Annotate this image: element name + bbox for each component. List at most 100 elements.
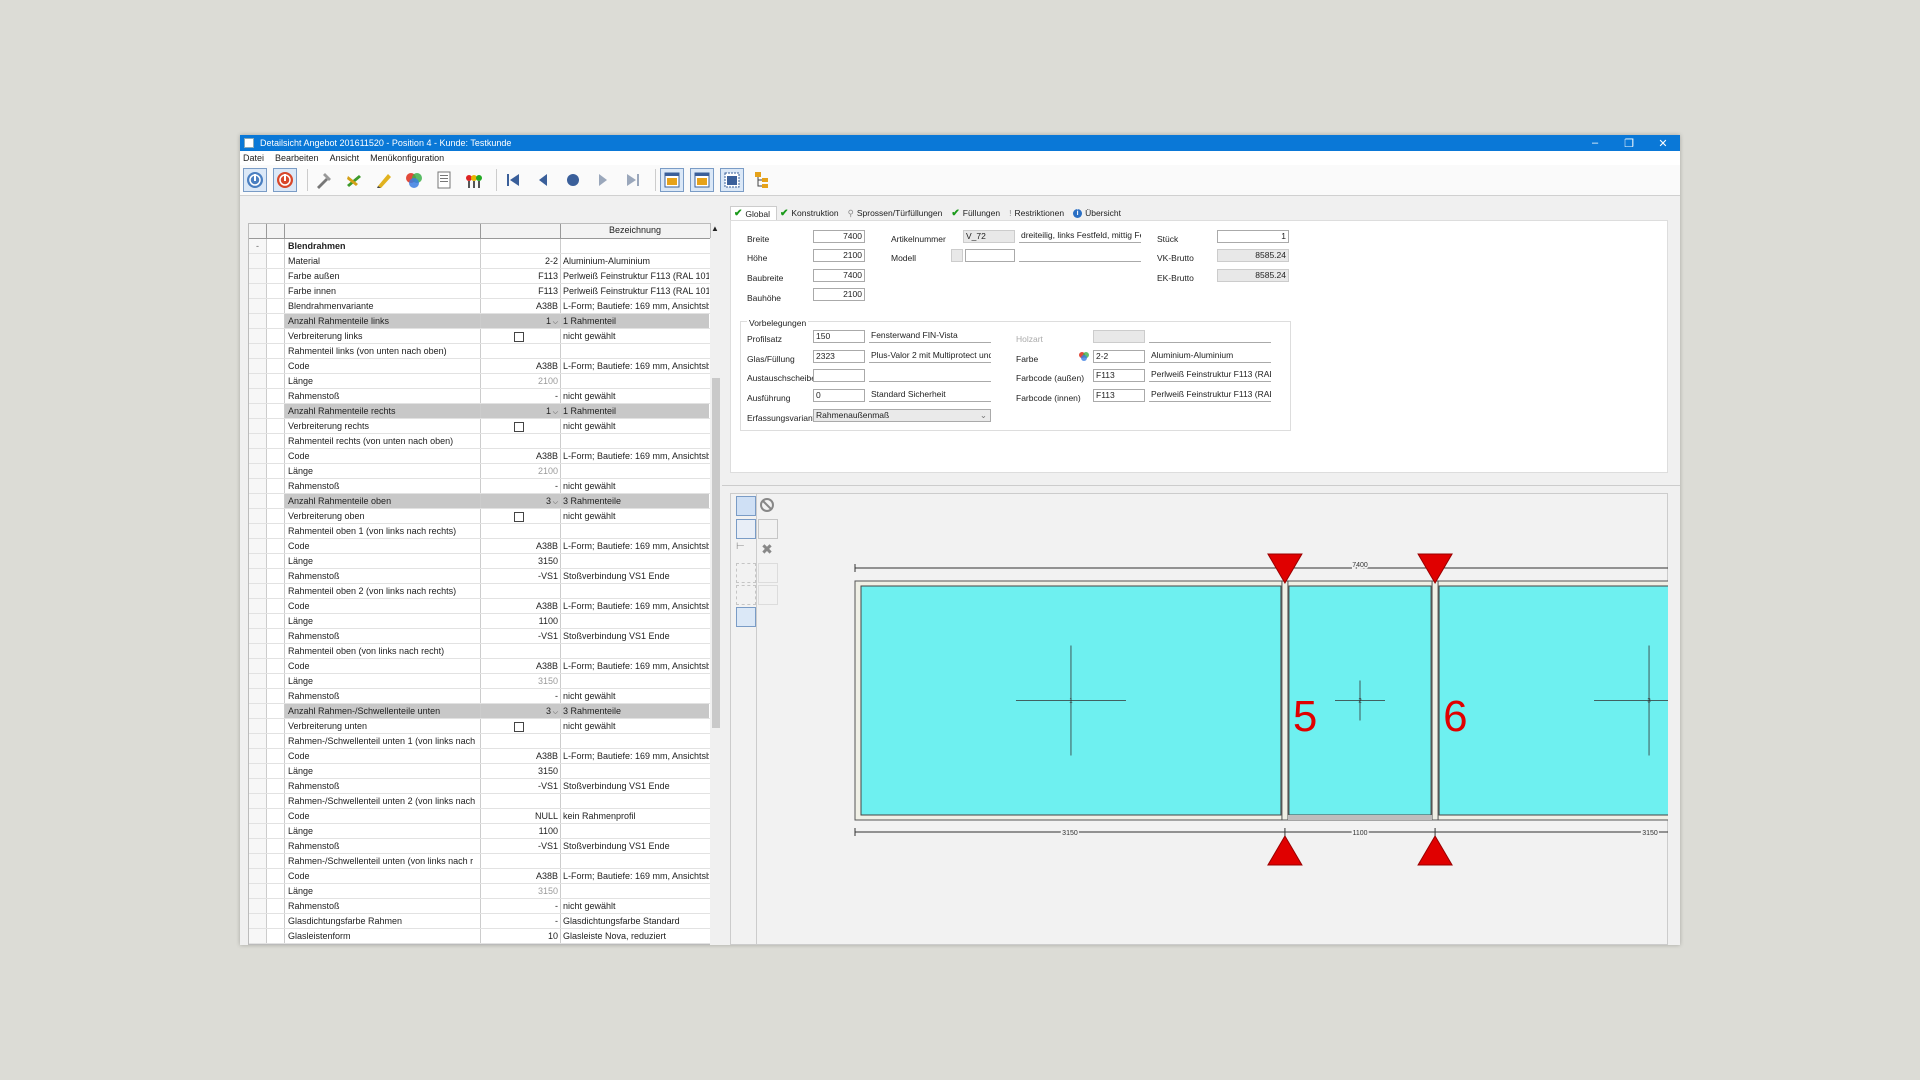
- minimize-button[interactable]: –: [1578, 137, 1612, 149]
- row-expander[interactable]: [249, 419, 267, 433]
- farbe-field[interactable]: 2-2: [1093, 350, 1145, 363]
- row-value[interactable]: 1100: [481, 824, 561, 838]
- edit-button[interactable]: [372, 168, 396, 192]
- row-value[interactable]: 2100: [481, 464, 561, 478]
- row-expander[interactable]: [249, 314, 267, 328]
- row-expander[interactable]: [249, 359, 267, 373]
- row-value[interactable]: -: [481, 389, 561, 403]
- row-expander[interactable]: [249, 764, 267, 778]
- row-value[interactable]: -: [481, 689, 561, 703]
- grid-sort-indicator[interactable]: ▲: [711, 224, 719, 233]
- row-value[interactable]: A38B: [481, 359, 561, 373]
- grid-row[interactable]: Rahmenteil links (von unten nach oben): [249, 344, 710, 359]
- row-expander[interactable]: [249, 584, 267, 598]
- row-expander[interactable]: [249, 554, 267, 568]
- window-view-icon[interactable]: [736, 607, 756, 627]
- chevron-down-icon[interactable]: ⌵: [551, 316, 558, 328]
- traffic-lights-button[interactable]: [462, 168, 486, 192]
- row-expander[interactable]: [249, 659, 267, 673]
- row-expander[interactable]: [249, 464, 267, 478]
- row-expander[interactable]: [249, 704, 267, 718]
- row-expander[interactable]: [249, 524, 267, 538]
- row-expander[interactable]: [249, 809, 267, 823]
- row-expander[interactable]: [249, 389, 267, 403]
- row-expander[interactable]: [249, 824, 267, 838]
- modell-picker-button[interactable]: [951, 249, 963, 262]
- row-value[interactable]: [481, 419, 561, 433]
- row-value[interactable]: -: [481, 479, 561, 493]
- grid-row[interactable]: Code A38B L-Form; Bautiefe: 169 mm, Ansich…: [249, 449, 710, 464]
- row-expander[interactable]: [249, 899, 267, 913]
- row-expander[interactable]: [249, 929, 267, 943]
- grid-row[interactable]: Länge 3150: [249, 554, 710, 569]
- grid-row[interactable]: Glasdichtungsfarbe Rahmen - Glasdichtungsf…: [249, 914, 710, 929]
- tab-sprossen[interactable]: ⚲ Sprossen/Türfüllungen: [845, 206, 949, 220]
- breite-field[interactable]: 7400: [813, 230, 865, 243]
- row-expander[interactable]: [249, 644, 267, 658]
- grid-row[interactable]: Verbreiterung links nicht gewählt: [249, 329, 710, 344]
- row-value[interactable]: 3150: [481, 764, 561, 778]
- row-value[interactable]: F113: [481, 269, 561, 283]
- row-value[interactable]: [481, 854, 561, 868]
- grid-row[interactable]: Rahmenteil oben 1 (von links nach rechts…: [249, 524, 710, 539]
- row-value[interactable]: F113: [481, 284, 561, 298]
- row-value[interactable]: -VS1: [481, 779, 561, 793]
- close-button[interactable]: ✕: [1646, 137, 1680, 150]
- row-expander[interactable]: [249, 479, 267, 493]
- row-value[interactable]: A38B: [481, 659, 561, 673]
- cancel-button[interactable]: [273, 168, 297, 192]
- row-value[interactable]: [481, 344, 561, 358]
- row-expander[interactable]: [249, 854, 267, 868]
- tab-restriktionen[interactable]: ! Restriktionen: [1006, 206, 1070, 220]
- grid-row[interactable]: Blendrahmenvariante A38B L-Form; Bautiefe:…: [249, 299, 710, 314]
- menu-datei[interactable]: Datei: [243, 153, 264, 163]
- row-value[interactable]: [481, 509, 561, 523]
- row-value[interactable]: [481, 794, 561, 808]
- row-value[interactable]: 10: [481, 929, 561, 943]
- row-expander[interactable]: [249, 869, 267, 883]
- grid-row[interactable]: Code A38B L-Form; Bautiefe: 169 mm, Ansich…: [249, 749, 710, 764]
- grid-row[interactable]: Länge 3150: [249, 674, 710, 689]
- view1-button[interactable]: [660, 168, 684, 192]
- grid-scrollbar[interactable]: [710, 238, 722, 945]
- menu-menuekonfiguration[interactable]: Menükonfiguration: [370, 153, 444, 163]
- row-expander[interactable]: [249, 254, 267, 268]
- chevron-down-icon[interactable]: ⌵: [551, 706, 558, 718]
- grid-row[interactable]: Rahmenstoß - nicht gewählt: [249, 899, 710, 914]
- next-button[interactable]: [591, 168, 615, 192]
- save-button[interactable]: [243, 168, 267, 192]
- grid-row[interactable]: Länge 2100: [249, 464, 710, 479]
- row-value[interactable]: A38B: [481, 299, 561, 313]
- grid-row[interactable]: Rahmenstoß -VS1 Stoßverbindung VS1 Ende: [249, 569, 710, 584]
- grid-row[interactable]: - Blendrahmen: [249, 239, 710, 254]
- menu-bearbeiten[interactable]: Bearbeiten: [275, 153, 319, 163]
- tab-konstruktion[interactable]: ✔ Konstruktion: [777, 206, 845, 220]
- glas-field[interactable]: 2323: [813, 350, 865, 363]
- row-value[interactable]: 3 ⌵: [481, 494, 561, 508]
- last-button[interactable]: [621, 168, 645, 192]
- grid-row[interactable]: Rahmenstoß - nicht gewählt: [249, 389, 710, 404]
- row-value[interactable]: -: [481, 914, 561, 928]
- grid-row[interactable]: Rahmenteil rechts (von unten nach oben): [249, 434, 710, 449]
- row-expander[interactable]: [249, 734, 267, 748]
- row-value[interactable]: [481, 239, 561, 253]
- chevron-down-icon[interactable]: ⌵: [551, 496, 558, 508]
- checkbox[interactable]: [514, 511, 524, 522]
- farbcode-innen-field[interactable]: F113: [1093, 389, 1145, 402]
- row-expander[interactable]: [249, 269, 267, 283]
- row-value[interactable]: 3 ⌵: [481, 704, 561, 718]
- tab-uebersicht[interactable]: i Übersicht: [1070, 206, 1127, 220]
- row-value[interactable]: 3150: [481, 554, 561, 568]
- scrollbar-thumb[interactable]: [712, 378, 720, 728]
- split-icon[interactable]: ⊢: [736, 541, 754, 559]
- grid-row[interactable]: Anzahl Rahmenteile rechts 1 ⌵ 1 Rahmenteil: [249, 404, 710, 419]
- ausfuehrung-field[interactable]: 0: [813, 389, 865, 402]
- profilsatz-field[interactable]: 150: [813, 330, 865, 343]
- document-button[interactable]: [432, 168, 456, 192]
- row-expander[interactable]: [249, 494, 267, 508]
- row-expander[interactable]: [249, 779, 267, 793]
- colors-button[interactable]: [402, 168, 426, 192]
- grid-row[interactable]: Länge 2100: [249, 374, 710, 389]
- view2-button[interactable]: [690, 168, 714, 192]
- grid-row[interactable]: Code A38B L-Form; Bautiefe: 169 mm, Ansich…: [249, 539, 710, 554]
